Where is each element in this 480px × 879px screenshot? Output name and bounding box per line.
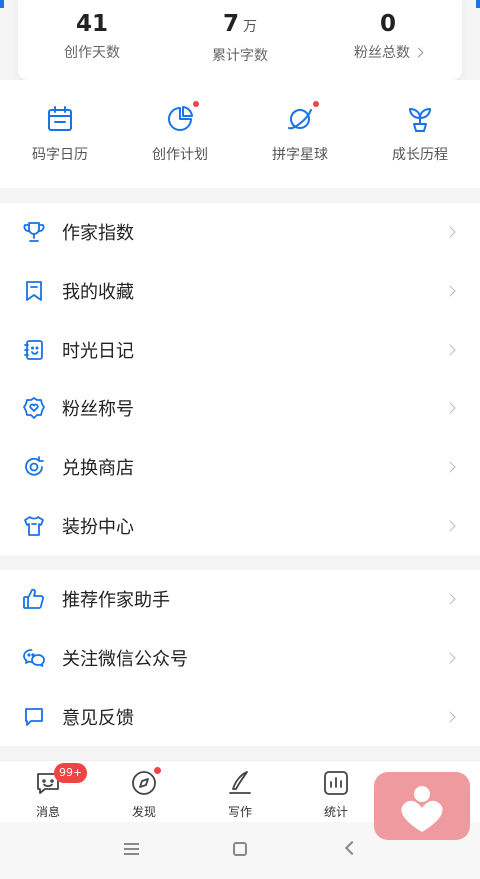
menu-item-label: 关注微信公众号 xyxy=(62,649,188,671)
stat-total-fans[interactable]: 0 粉丝总数 xyxy=(314,0,462,80)
header-accent-left xyxy=(0,0,4,8)
chevron-right-icon xyxy=(444,402,456,415)
menu-item-label: 意见反馈 xyxy=(62,707,134,729)
chevron-right-icon xyxy=(444,226,456,239)
stat-label: 累计字数 xyxy=(212,48,268,64)
pie-chart-icon xyxy=(165,101,199,134)
notification-dot xyxy=(313,101,319,107)
tab-discover[interactable]: 发现 xyxy=(96,761,192,822)
menu-item-writer-index[interactable]: 作家指数 xyxy=(0,203,480,262)
quick-action-calendar[interactable]: 码字日历 xyxy=(0,80,120,188)
chevron-right-icon xyxy=(444,285,456,297)
menu-item-label: 兑换商店 xyxy=(62,458,134,480)
menu-item-label: 我的收藏 xyxy=(62,282,134,304)
wechat-icon xyxy=(23,649,45,667)
menu-item-label: 装扮中心 xyxy=(62,516,134,538)
quick-action-label: 码字日历 xyxy=(32,147,88,163)
quick-actions: 码字日历 创作计划 拼字星球 成长历程 xyxy=(0,80,480,188)
profile-screen: 41 创作天数 7万 累计字数 0 粉丝总数 码字日历 创作计划 拼字星球 成长… xyxy=(0,0,480,879)
menu-item-feedback[interactable]: 意见反馈 xyxy=(0,687,480,746)
tab-label: 发现 xyxy=(131,805,156,819)
heart-figure-icon xyxy=(401,786,443,832)
back-icon[interactable] xyxy=(344,840,360,856)
menu-item-label: 粉丝称号 xyxy=(62,399,134,421)
menu-item-follow-wechat[interactable]: 关注微信公众号 xyxy=(0,629,480,688)
tab-label: 消息 xyxy=(35,805,60,819)
stat-label: 粉丝总数 xyxy=(354,42,424,62)
stat-creation-days[interactable]: 41 创作天数 xyxy=(18,0,166,80)
header-accent-right xyxy=(476,0,480,8)
planet-icon xyxy=(285,101,319,134)
compass-icon xyxy=(132,771,156,795)
menu-group-more: 推荐作家助手 关注微信公众号 意见反馈 xyxy=(0,570,480,747)
menu-icon[interactable] xyxy=(124,843,139,855)
stat-unit: 万 xyxy=(243,19,257,35)
exchange-icon xyxy=(25,456,44,476)
notification-dot xyxy=(154,767,161,774)
chevron-right-icon xyxy=(444,652,456,664)
quick-action-planet[interactable]: 拼字星球 xyxy=(240,80,360,188)
sprout-icon xyxy=(405,104,435,134)
menu-item-recommend-app[interactable]: 推荐作家助手 xyxy=(0,570,480,629)
tshirt-icon xyxy=(24,515,44,536)
menu-item-exchange-store[interactable]: 兑换商店 xyxy=(0,438,480,497)
menu-group-features: 作家指数 我的收藏 时光日记 粉丝称号 兑换商店 装扮中心 xyxy=(0,203,480,556)
thumbs-up-icon xyxy=(23,589,44,610)
menu-item-label: 作家指数 xyxy=(62,223,134,245)
stat-value: 7万 xyxy=(222,11,257,37)
diary-icon xyxy=(24,339,43,360)
badge-icon xyxy=(23,397,45,420)
chevron-right-icon xyxy=(444,520,456,532)
menu-item-favorites[interactable]: 我的收藏 xyxy=(0,262,480,321)
chevron-right-icon xyxy=(444,344,456,356)
feedback-icon xyxy=(25,707,43,726)
stats-card: 41 创作天数 7万 累计字数 0 粉丝总数 xyxy=(18,0,462,80)
menu-item-dress-up[interactable]: 装扮中心 xyxy=(0,496,480,555)
tab-statistics[interactable]: 统计 xyxy=(288,761,384,822)
pen-icon xyxy=(229,771,251,794)
tab-write[interactable]: 写作 xyxy=(192,761,288,822)
stats-icon xyxy=(324,771,348,795)
home-icon[interactable] xyxy=(233,842,247,856)
trophy-icon xyxy=(23,222,45,243)
stat-value: 0 xyxy=(379,11,396,37)
chevron-right-icon xyxy=(444,711,456,723)
chevron-right-icon xyxy=(444,461,456,473)
chevron-right-icon xyxy=(413,47,424,57)
quick-action-growth[interactable]: 成长历程 xyxy=(360,80,480,188)
quick-action-plan[interactable]: 创作计划 xyxy=(120,80,240,188)
menu-item-diary[interactable]: 时光日记 xyxy=(0,320,480,379)
tab-messages[interactable]: 99+ 消息 xyxy=(0,761,96,822)
quick-action-label: 拼字星球 xyxy=(272,147,328,163)
bookmark-icon xyxy=(26,281,42,301)
menu-item-fan-title[interactable]: 粉丝称号 xyxy=(0,379,480,438)
stat-total-words[interactable]: 7万 累计字数 xyxy=(166,0,314,80)
notification-dot xyxy=(193,101,199,107)
tab-label: 写作 xyxy=(227,805,252,819)
stat-value: 41 xyxy=(75,11,108,37)
calendar-icon xyxy=(45,104,75,134)
stat-label: 创作天数 xyxy=(64,45,120,61)
menu-item-label: 推荐作家助手 xyxy=(62,590,170,612)
tab-label: 统计 xyxy=(323,805,348,819)
floating-heart-widget[interactable] xyxy=(374,772,470,840)
menu-item-label: 时光日记 xyxy=(62,340,134,362)
quick-action-label: 成长历程 xyxy=(392,147,448,163)
quick-action-label: 创作计划 xyxy=(152,147,208,163)
chevron-right-icon xyxy=(444,593,456,606)
unread-count-badge: 99+ xyxy=(54,763,88,783)
